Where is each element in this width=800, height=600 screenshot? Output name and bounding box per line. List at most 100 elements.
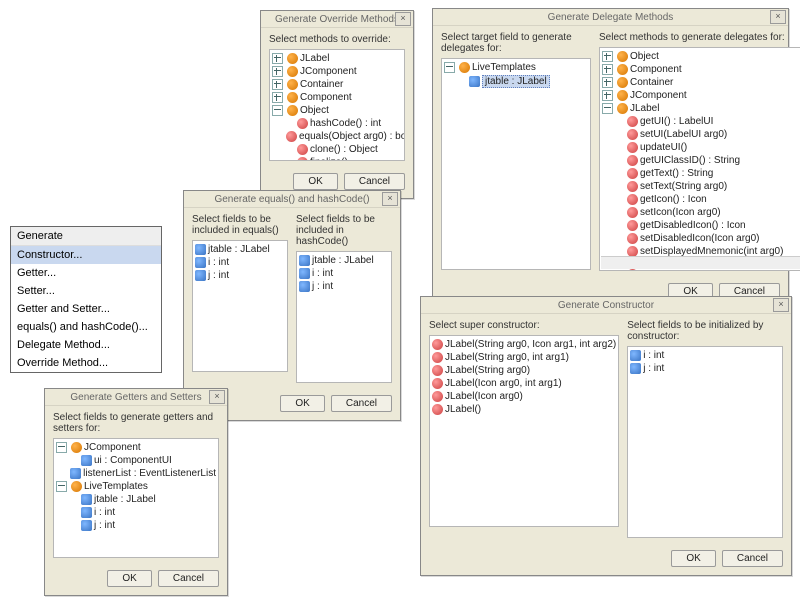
expand-icon[interactable] <box>272 79 283 90</box>
list-item[interactable]: j : int <box>299 280 389 293</box>
list-item[interactable]: JLabel(String arg0) <box>432 364 616 377</box>
tree-node[interactable]: getUI() : LabelUI <box>602 115 800 128</box>
cancel-button[interactable]: Cancel <box>331 395 392 412</box>
override-titlebar: Generate Override Methods × <box>261 11 413 28</box>
generate-menu-item[interactable]: Override Method... <box>11 354 161 372</box>
tree-node[interactable]: Container <box>602 76 800 89</box>
close-icon[interactable]: × <box>770 10 786 24</box>
tree-node[interactable]: setIcon(Icon arg0) <box>602 206 800 219</box>
expand-icon[interactable] <box>602 77 613 88</box>
tree-node[interactable]: jtable : JLabel <box>56 493 216 506</box>
delegate-target-panel[interactable]: LiveTemplatesjtable : JLabel <box>441 58 591 270</box>
list-item[interactable]: j : int <box>195 269 285 282</box>
list-item[interactable]: i : int <box>299 267 389 280</box>
tree-node[interactable]: getIcon() : Icon <box>602 193 800 206</box>
constructor-fields-panel[interactable]: i : intj : int <box>627 346 783 538</box>
tree-node[interactable]: LiveTemplates <box>444 61 588 74</box>
tree-node[interactable]: j : int <box>56 519 216 532</box>
tree-node[interactable]: updateUI() <box>602 141 800 154</box>
expand-icon[interactable] <box>602 51 613 62</box>
list-item[interactable]: JLabel(Icon arg0) <box>432 390 616 403</box>
delegate-title: Generate Delegate Methods <box>548 12 674 23</box>
list-item[interactable]: jtable : JLabel <box>299 254 389 267</box>
ok-button[interactable]: OK <box>280 395 324 412</box>
ok-button[interactable]: OK <box>107 570 151 587</box>
list-item[interactable]: i : int <box>195 256 285 269</box>
tree-node[interactable]: i : int <box>56 506 216 519</box>
close-icon[interactable]: × <box>773 298 789 312</box>
scrollbar-horizontal[interactable] <box>601 256 800 269</box>
list-item[interactable]: JLabel(Icon arg0, int arg1) <box>432 377 616 390</box>
ok-button[interactable]: OK <box>293 173 337 190</box>
tree-node[interactable]: getUIClassID() : String <box>602 154 800 167</box>
list-item[interactable]: i : int <box>630 349 780 362</box>
tree-node-label: LiveTemplates <box>84 481 148 492</box>
tree-node[interactable]: JComponent <box>602 89 800 102</box>
tree-node-label: jtable : JLabel <box>94 494 156 505</box>
equals-right-panel[interactable]: jtable : JLabeli : intj : int <box>296 251 392 383</box>
tree-node[interactable]: getText() : String <box>602 167 800 180</box>
list-item[interactable]: JLabel() <box>432 403 616 416</box>
list-item[interactable]: j : int <box>630 362 780 375</box>
collapse-icon[interactable] <box>56 481 67 492</box>
constructor-super-panel[interactable]: JLabel(String arg0, Icon arg1, int arg2)… <box>429 335 619 527</box>
getset-tree-panel[interactable]: JComponentui : ComponentUIlistenerList :… <box>53 438 219 558</box>
cancel-button[interactable]: Cancel <box>158 570 219 587</box>
list-item[interactable]: JLabel(String arg0, int arg1) <box>432 351 616 364</box>
tree-node[interactable]: listenerList : EventListenerList <box>56 467 216 480</box>
list-item-label: JLabel(String arg0, int arg1) <box>445 352 569 363</box>
generate-menu-item[interactable]: equals() and hashCode()... <box>11 318 161 336</box>
class-icon <box>71 442 82 453</box>
list-item[interactable]: jtable : JLabel <box>195 243 285 256</box>
delegate-right-caption: Select methods to generate delegates for… <box>599 32 800 43</box>
tree-node[interactable]: equals(Object arg0) : boolean <box>272 130 402 143</box>
generate-menu-item[interactable]: Delegate Method... <box>11 336 161 354</box>
delegate-methods-panel[interactable]: ObjectComponentContainerJComponentJLabel… <box>599 47 800 271</box>
tree-node[interactable]: setDisabledIcon(Icon arg0) <box>602 232 800 245</box>
generate-menu-item[interactable]: Constructor... <box>11 246 161 264</box>
tree-node[interactable]: JLabel <box>272 52 402 65</box>
tree-node[interactable]: JComponent <box>272 65 402 78</box>
cancel-button[interactable]: Cancel <box>722 550 783 567</box>
close-icon[interactable]: × <box>209 390 225 404</box>
expand-icon[interactable] <box>272 53 283 64</box>
tree-node[interactable]: Object <box>272 104 402 117</box>
tree-node[interactable]: setUI(LabelUI arg0) <box>602 128 800 141</box>
tree-node[interactable]: clone() : Object <box>272 143 402 156</box>
close-icon[interactable]: × <box>395 12 411 26</box>
tree-node[interactable]: JLabel <box>602 102 800 115</box>
generate-menu-item[interactable]: Getter and Setter... <box>11 300 161 318</box>
collapse-icon[interactable] <box>272 105 283 116</box>
tree-node[interactable]: Component <box>602 63 800 76</box>
tree-node[interactable]: ui : ComponentUI <box>56 454 216 467</box>
close-icon[interactable]: × <box>382 192 398 206</box>
collapse-icon[interactable] <box>602 103 613 114</box>
collapse-icon[interactable] <box>56 442 67 453</box>
equals-left-panel[interactable]: jtable : JLabeli : intj : int <box>192 240 288 372</box>
tree-node[interactable]: Container <box>272 78 402 91</box>
class-icon <box>617 64 628 75</box>
tree-node[interactable]: getDisabledIcon() : Icon <box>602 219 800 232</box>
tree-node[interactable]: LiveTemplates <box>56 480 216 493</box>
list-item[interactable]: JLabel(String arg0, Icon arg1, int arg2) <box>432 338 616 351</box>
ok-button[interactable]: OK <box>671 550 715 567</box>
getset-dialog: Generate Getters and Setters × Select fi… <box>44 388 228 596</box>
override-tree-panel[interactable]: JLabelJComponentContainerComponentObject… <box>269 49 405 161</box>
expand-icon[interactable] <box>602 90 613 101</box>
expand-icon[interactable] <box>272 66 283 77</box>
tree-node[interactable]: finalize() <box>272 156 402 161</box>
expand-icon[interactable] <box>272 92 283 103</box>
tree-node[interactable]: jtable : JLabel <box>444 74 588 89</box>
constructor-right-caption: Select fields to be initialized by const… <box>627 320 783 342</box>
generate-menu-item[interactable]: Setter... <box>11 282 161 300</box>
expand-icon[interactable] <box>602 64 613 75</box>
collapse-icon[interactable] <box>444 62 455 73</box>
tree-node[interactable]: Component <box>272 91 402 104</box>
generate-menu-item[interactable]: Getter... <box>11 264 161 282</box>
tree-node[interactable]: JComponent <box>56 441 216 454</box>
tree-node[interactable]: hashCode() : int <box>272 117 402 130</box>
method-icon <box>627 116 638 127</box>
tree-node[interactable]: setText(String arg0) <box>602 180 800 193</box>
cancel-button[interactable]: Cancel <box>344 173 405 190</box>
tree-node[interactable]: Object <box>602 50 800 63</box>
